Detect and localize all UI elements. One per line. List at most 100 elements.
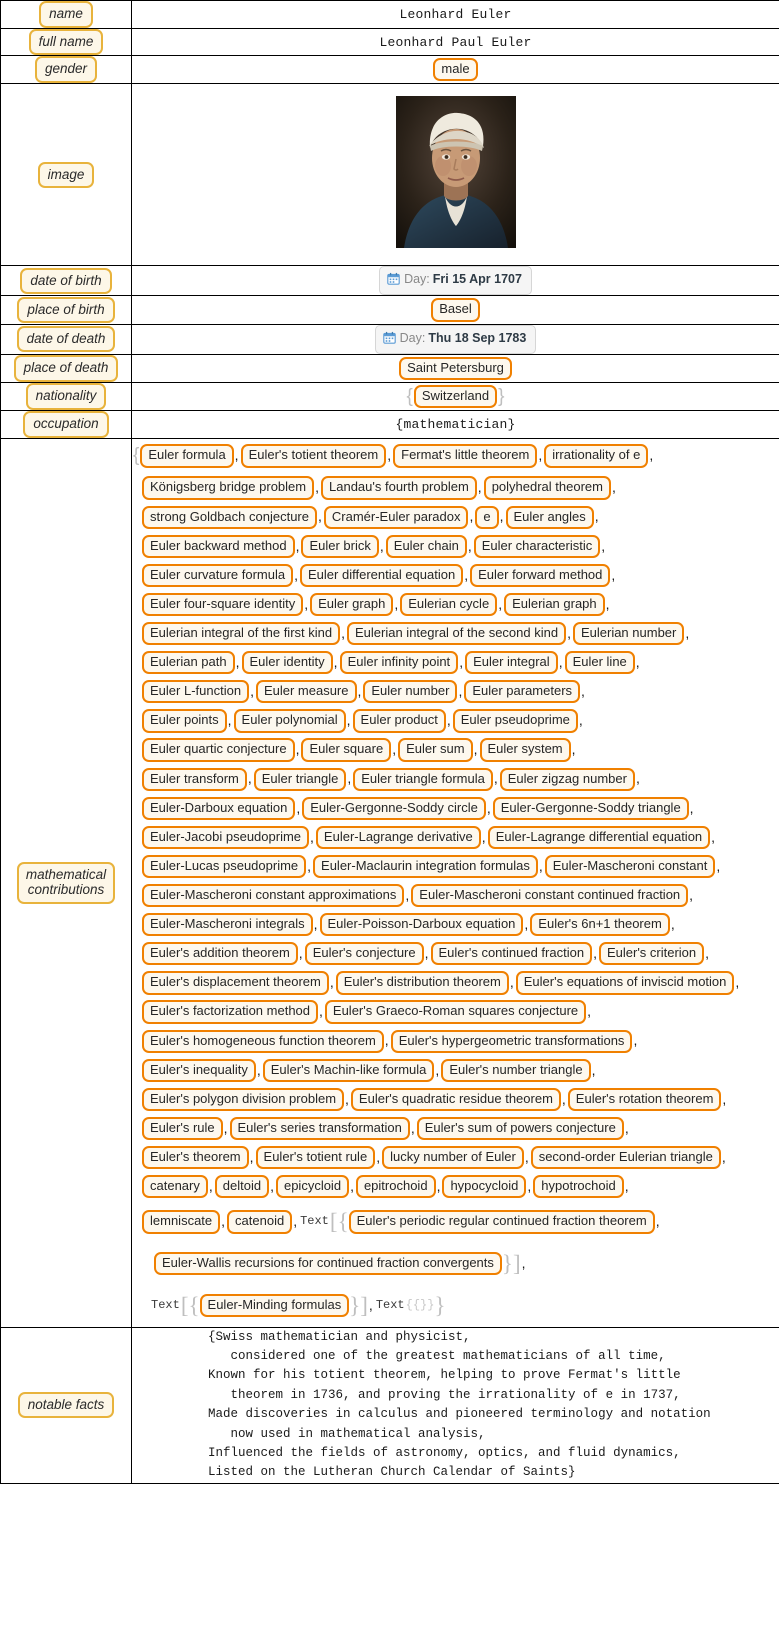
contribution-pill[interactable]: Eulerian number	[572, 621, 685, 646]
contribution-pill[interactable]: Euler triangle	[253, 767, 347, 791]
contribution-pill[interactable]: Euler pseudoprime	[452, 709, 578, 733]
contribution-pill[interactable]: Euler's totient theorem	[240, 444, 387, 468]
contribution-pill[interactable]: Euler transform	[142, 767, 247, 791]
contribution-pill[interactable]: Eulerian graph	[504, 592, 605, 617]
value-pill-place-of-birth[interactable]: Basel	[431, 298, 480, 322]
date-badge-birth[interactable]: Day: Fri 15 Apr 1707	[379, 266, 532, 296]
contribution-pill[interactable]: Euler polynomial	[233, 709, 346, 733]
contribution-pill[interactable]: Euler-Wallis recursions for continued fr…	[154, 1252, 502, 1276]
contribution-pill[interactable]: Euler product	[352, 709, 446, 733]
contribution-pill[interactable]: Euler line	[564, 651, 635, 675]
contribution-pill[interactable]: Euler brick	[301, 534, 379, 558]
contribution-pill[interactable]: Euler's 6n+1 theorem	[530, 913, 670, 937]
contribution-pill[interactable]: Euler's equations of inviscid motion	[515, 971, 735, 995]
contribution-pill[interactable]: second-order Eulerian triangle	[530, 1145, 721, 1170]
contribution-pill[interactable]: Euler's Machin-like formula	[262, 1058, 435, 1082]
contribution-pill[interactable]: Euler zigzag number	[499, 767, 635, 791]
contribution-pill[interactable]: Euler characteristic	[473, 534, 601, 558]
contribution-pill[interactable]: Euler's rotation theorem	[567, 1087, 722, 1112]
contribution-pill[interactable]: Königsberg bridge problem	[142, 476, 315, 500]
contribution-pill[interactable]: Euler's polygon division problem	[142, 1087, 345, 1112]
contribution-pill[interactable]: Eulerian integral of the second kind	[347, 621, 567, 646]
value-pill-nationality[interactable]: Switzerland	[413, 384, 498, 409]
contribution-pill[interactable]: Euler's series transformation	[229, 1116, 410, 1141]
contribution-pill[interactable]: epitrochoid	[355, 1175, 436, 1199]
contribution-pill[interactable]: Eulerian path	[142, 651, 235, 675]
contribution-pill[interactable]: Euler-Maclaurin integration formulas	[313, 854, 538, 879]
contribution-pill[interactable]: Euler triangle formula	[353, 767, 493, 791]
contribution-pill[interactable]: Euler identity	[241, 651, 333, 675]
contribution-pill[interactable]: irrationality of e	[544, 444, 649, 468]
contribution-pill[interactable]: Euler-Gergonne-Soddy circle	[302, 796, 486, 820]
contribution-pill[interactable]: Euler points	[142, 709, 227, 733]
contribution-pill[interactable]: hypotrochoid	[533, 1175, 624, 1199]
contribution-pill[interactable]: Euler infinity point	[339, 651, 459, 675]
contribution-pill[interactable]: Euler-Darboux equation	[142, 796, 296, 820]
contribution-pill[interactable]: Euler's homogeneous function theorem	[142, 1029, 384, 1053]
contribution-pill[interactable]: Euler's sum of powers conjecture	[416, 1116, 624, 1141]
contribution-pill[interactable]: Euler number	[363, 680, 458, 704]
contribution-pill[interactable]: Euler backward method	[142, 534, 295, 558]
contribution-pill[interactable]: Euler quartic conjecture	[142, 738, 295, 762]
contribution-pill[interactable]: Euler integral	[465, 651, 558, 675]
contribution-pill[interactable]: Euler differential equation	[300, 563, 464, 588]
contribution-pill[interactable]: Euler-Lagrange derivative	[315, 825, 481, 850]
contribution-pill[interactable]: Euler-Lucas pseudoprime	[142, 854, 307, 879]
contribution-pill[interactable]: Euler's displacement theorem	[142, 971, 329, 995]
contribution-pill[interactable]: lucky number of Euler	[382, 1145, 524, 1170]
contribution-pill[interactable]: Euler curvature formula	[142, 563, 294, 588]
contribution-pill[interactable]: Euler-Lagrange differential equation	[487, 825, 711, 850]
contribution-pill[interactable]: Euler-Mascheroni constant	[544, 854, 716, 879]
contribution-pill[interactable]: Euler's factorization method	[142, 1000, 319, 1024]
contribution-pill[interactable]: Euler graph	[310, 592, 394, 617]
contribution-pill[interactable]: Euler sum	[398, 738, 473, 762]
contribution-pill[interactable]: Euler's rule	[142, 1116, 223, 1141]
contribution-pill[interactable]: Euler's totient rule	[255, 1145, 376, 1170]
contribution-pill[interactable]: Cramér-Euler paradox	[323, 505, 469, 529]
contribution-pill[interactable]: Euler-Minding formulas	[199, 1294, 350, 1318]
contribution-pill[interactable]: e	[475, 505, 499, 529]
value-pill-place-of-death[interactable]: Saint Petersburg	[399, 356, 512, 380]
contribution-pill[interactable]: Landau's fourth problem	[321, 476, 477, 500]
contribution-pill[interactable]: Euler chain	[385, 534, 467, 558]
date-badge-death[interactable]: Day: Thu 18 Sep 1783	[374, 324, 537, 354]
contribution-pill[interactable]: Euler-Gergonne-Soddy triangle	[492, 796, 689, 820]
contribution-pill[interactable]: Euler formula	[140, 444, 234, 468]
contribution-pill[interactable]: Euler measure	[255, 680, 357, 704]
contribution-pill[interactable]: Euler-Mascheroni constant continued frac…	[411, 883, 689, 908]
contribution-pill[interactable]: Euler forward method	[470, 563, 611, 588]
contribution-pill[interactable]: Euler's criterion	[598, 942, 705, 966]
contribution-pill[interactable]: Euler-Mascheroni constant approximations	[142, 883, 405, 908]
contribution-pill[interactable]: polyhedral theorem	[483, 476, 611, 500]
contribution-pill[interactable]: Euler's addition theorem	[142, 942, 298, 966]
contribution-pill[interactable]: lemniscate	[142, 1210, 221, 1234]
contribution-pill[interactable]: catenoid	[227, 1210, 293, 1234]
contribution-pill[interactable]: catenary	[142, 1175, 208, 1199]
contribution-pill[interactable]: epicycloid	[275, 1175, 350, 1199]
contribution-pill[interactable]: Euler's conjecture	[304, 942, 424, 966]
contribution-pill[interactable]: Euler-Jacobi pseudoprime	[142, 825, 310, 850]
contribution-pill[interactable]: Euler's inequality	[142, 1058, 256, 1082]
contribution-pill[interactable]: Euler parameters	[464, 680, 581, 704]
contribution-pill[interactable]: Euler's number triangle	[441, 1058, 591, 1082]
value-pill-gender[interactable]: male	[433, 58, 478, 82]
contribution-pill[interactable]: Euler L-function	[142, 680, 250, 704]
contribution-pill[interactable]: Euler-Mascheroni integrals	[142, 913, 313, 937]
contribution-pill[interactable]: Eulerian cycle	[400, 592, 498, 617]
contribution-pill[interactable]: Eulerian integral of the first kind	[142, 621, 341, 646]
contribution-pill[interactable]: strong Goldbach conjecture	[142, 505, 317, 529]
contribution-pill[interactable]: Euler four-square identity	[142, 592, 304, 617]
contribution-pill[interactable]: Euler-Poisson-Darboux equation	[319, 913, 524, 937]
contribution-pill[interactable]: Euler's periodic regular continued fract…	[348, 1210, 655, 1234]
contribution-pill[interactable]: Euler's theorem	[142, 1145, 249, 1170]
contribution-pill[interactable]: Euler's continued fraction	[430, 942, 593, 966]
contribution-pill[interactable]: Fermat's little theorem	[393, 444, 538, 468]
contribution-pill[interactable]: deltoid	[214, 1175, 270, 1199]
contribution-pill[interactable]: Euler's quadratic residue theorem	[350, 1087, 561, 1112]
contribution-pill[interactable]: Euler system	[479, 738, 571, 762]
contribution-pill[interactable]: Euler square	[301, 738, 392, 762]
contribution-pill[interactable]: Euler angles	[505, 505, 594, 529]
contribution-pill[interactable]: hypocycloid	[442, 1175, 527, 1199]
contribution-pill[interactable]: Euler's distribution theorem	[335, 971, 509, 995]
contribution-pill[interactable]: Euler's hypergeometric transformations	[390, 1029, 633, 1053]
